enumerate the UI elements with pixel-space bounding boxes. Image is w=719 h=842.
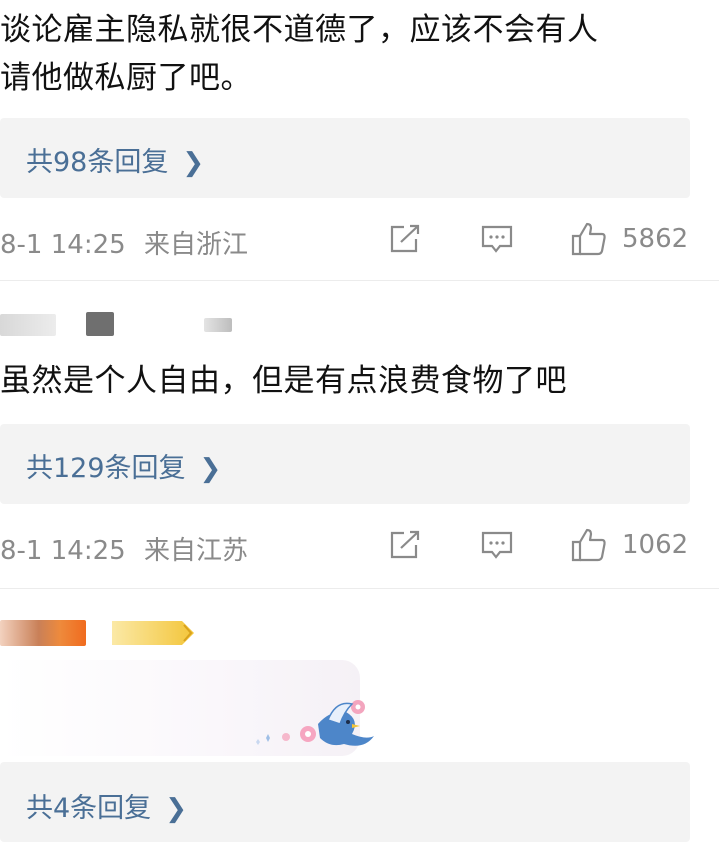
comment-1-text-line-1: 谈论雇主隐私就很不道德了，应该不会有人 <box>0 12 599 48</box>
bird-sticker-icon <box>256 700 374 746</box>
username-tail <box>204 318 232 332</box>
comment-1-meta: 8-1 14:25 来自浙江 <box>0 224 248 261</box>
vip-badge-icon <box>112 621 194 645</box>
username-block[interactable] <box>86 312 114 336</box>
chevron-right-icon: ❯ <box>165 794 187 824</box>
comment-3-replies-link[interactable]: 共4条回复 ❯ <box>26 786 187 825</box>
comment-2-like-count: 1062 <box>622 530 689 560</box>
share-icon[interactable] <box>388 224 422 254</box>
username-block[interactable] <box>0 620 86 646</box>
chevron-right-icon: ❯ <box>199 454 222 484</box>
comment-1-like-count: 5862 <box>622 224 689 254</box>
comment-1-replies-link[interactable]: 共98条回复 ❯ <box>26 140 204 179</box>
divider <box>0 280 719 281</box>
divider <box>0 588 719 589</box>
thumbs-up-icon[interactable] <box>570 221 608 257</box>
comment-2-replies-box[interactable]: 共129条回复 ❯ <box>0 424 690 504</box>
comment-1-replies-box[interactable]: 共98条回复 ❯ <box>0 118 690 198</box>
comment-1-location: 来自浙江 <box>143 230 248 260</box>
thumbs-up-icon[interactable] <box>570 527 608 563</box>
comment-2-text: 虽然是个人自由，但是有点浪费食物了吧 <box>0 363 567 399</box>
comment-1-text-line-2: 请他做私厨了吧。 <box>0 60 252 96</box>
share-icon[interactable] <box>388 530 422 560</box>
comment-icon[interactable] <box>480 530 514 562</box>
comment-3-replies-box[interactable]: 共4条回复 ❯ <box>0 762 690 842</box>
comment-3-replies-label: 共4条回复 <box>26 793 152 824</box>
comment-2-location: 来自江苏 <box>143 536 248 566</box>
comment-2-time: 8-1 14:25 <box>0 536 126 566</box>
comment-2-replies-link[interactable]: 共129条回复 ❯ <box>26 446 221 485</box>
comment-2-meta: 8-1 14:25 来自江苏 <box>0 530 248 567</box>
comment-2-replies-label: 共129条回复 <box>26 453 186 484</box>
comment-1-time: 8-1 14:25 <box>0 230 126 260</box>
comment-icon[interactable] <box>480 224 514 256</box>
comment-1-replies-label: 共98条回复 <box>26 147 169 178</box>
avatar[interactable] <box>0 314 56 336</box>
chevron-right-icon: ❯ <box>182 148 205 178</box>
